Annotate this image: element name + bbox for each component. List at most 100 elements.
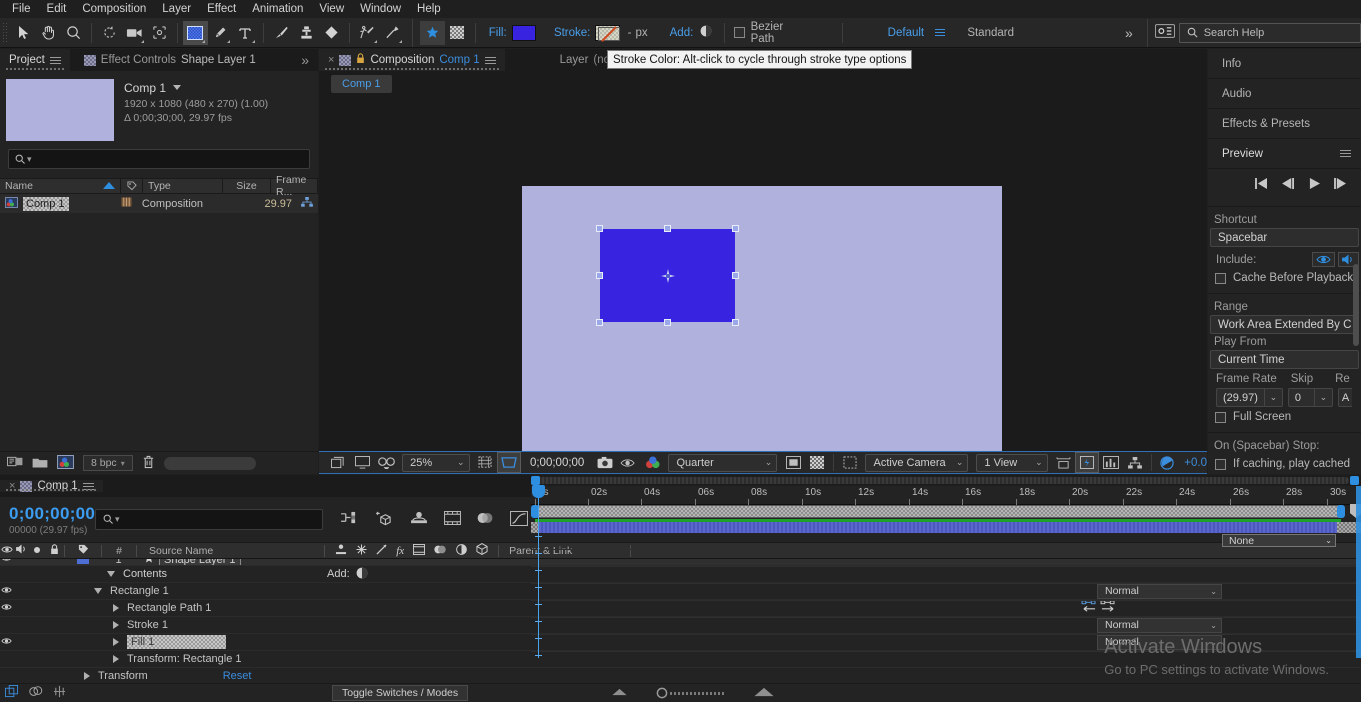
menu-help[interactable]: Help (409, 1, 449, 17)
panel-preview[interactable]: Preview (1208, 139, 1361, 169)
pen-tool[interactable] (208, 21, 233, 45)
last-frame-button[interactable] (1334, 178, 1347, 192)
snapshot-camera-icon[interactable] (593, 452, 617, 473)
play-button[interactable] (1309, 178, 1320, 192)
anchor-point-icon[interactable] (661, 269, 675, 283)
zoom-level-dropdown[interactable]: 25% ⌄ (402, 454, 469, 472)
video-toggle[interactable] (0, 559, 13, 565)
project-scrollbar[interactable] (164, 457, 256, 470)
fast-previews-icon[interactable] (1075, 452, 1099, 473)
camera-view-dropdown[interactable]: Active Camera ⌄ (865, 454, 968, 472)
timeline-zoom-slider[interactable] (656, 687, 725, 699)
project-row-name[interactable]: Comp 1 (23, 197, 69, 211)
column-type[interactable]: Type (143, 178, 223, 194)
shape-layer-rectangle[interactable] (600, 229, 735, 322)
composition-mini-flowchart-icon[interactable] (340, 511, 359, 528)
add-property-button[interactable] (356, 567, 368, 582)
menu-layer[interactable]: Layer (154, 1, 199, 17)
transform-handle-tr[interactable] (732, 225, 739, 232)
quality-switch-icon[interactable] (376, 544, 387, 558)
transform-handle-tl[interactable] (596, 225, 603, 232)
timeline-panel-menu-icon[interactable] (83, 481, 94, 492)
panel-info[interactable]: Info (1208, 49, 1361, 79)
delete-icon[interactable] (142, 455, 155, 472)
transform-handle-br[interactable] (732, 319, 739, 326)
composition-canvas[interactable] (522, 186, 1002, 456)
add-button-icon[interactable] (700, 25, 712, 40)
layer-duration-bar[interactable] (535, 522, 1341, 533)
audio-toggle-header-icon[interactable] (13, 544, 30, 557)
3d-view-icon[interactable] (838, 452, 862, 473)
close-icon[interactable]: × (9, 480, 15, 492)
anchor-point-tool[interactable] (147, 21, 172, 45)
timeline-current-time[interactable]: 0;00;00;00 00000 (29.97 fps) (0, 504, 95, 536)
range-dropdown[interactable]: Work Area Extended By C (1210, 315, 1359, 334)
shortcut-dropdown[interactable]: Spacebar (1210, 228, 1359, 247)
playhead-handle[interactable] (532, 485, 545, 498)
selection-tool[interactable] (11, 21, 36, 45)
clone-stamp-tool[interactable] (294, 21, 319, 45)
timeline-zoom-scrollbar[interactable] (531, 475, 1361, 486)
toggle-switches-modes-button[interactable]: Toggle Switches / Modes (332, 685, 468, 701)
transform-handle-mr[interactable] (732, 272, 739, 279)
video-toggle-header-icon[interactable] (0, 545, 13, 557)
include-video-icon[interactable] (1312, 252, 1335, 267)
time-ruler[interactable]: 0s 02s 04s 06s 08s 10s 12s 14s 16s 18s 2… (531, 486, 1361, 505)
bit-depth-button[interactable]: 8 bpc ▾ (83, 455, 133, 471)
monitor-icon[interactable] (351, 452, 375, 473)
comp-flowchart-icon[interactable] (1123, 452, 1147, 473)
project-panel-menu-icon[interactable] (50, 55, 61, 66)
sort-ascending-icon[interactable] (103, 180, 115, 192)
if-caching-checkbox[interactable] (1215, 459, 1226, 470)
3d-glasses-icon[interactable] (374, 452, 398, 473)
if-caching-row[interactable]: If caching, play cached (1208, 454, 1361, 474)
menu-effect[interactable]: Effect (199, 1, 244, 17)
panel-audio[interactable]: Audio (1208, 79, 1361, 109)
menu-edit[interactable]: Edit (39, 1, 75, 17)
group-visibility-toggle[interactable] (0, 586, 13, 597)
grid-guides-icon[interactable] (474, 452, 498, 473)
show-snapshot-icon[interactable] (617, 452, 641, 473)
tab-timeline-comp1[interactable]: × Comp 1 (0, 480, 103, 492)
composition-viewer-stage[interactable] (319, 99, 1207, 451)
twirl-down-icon[interactable] (94, 588, 102, 594)
region-of-interest-icon[interactable] (497, 452, 521, 473)
new-composition-icon[interactable] (57, 455, 74, 472)
tab-project[interactable]: Project (0, 49, 70, 71)
folder-icon[interactable] (32, 456, 48, 471)
menu-view[interactable]: View (311, 1, 352, 17)
right-panel-scrollbar[interactable] (1353, 264, 1359, 346)
preview-panel-menu-icon[interactable] (1340, 148, 1351, 159)
menu-file[interactable]: File (4, 1, 39, 17)
new-comp-from-layer-icon[interactable] (5, 685, 19, 701)
collapse-transform-icon[interactable] (356, 544, 367, 558)
exposure-value[interactable]: +0.0 (1184, 457, 1207, 469)
timeline-search-input[interactable]: ▾ (95, 509, 323, 530)
motion-blur-icon[interactable] (477, 511, 494, 528)
layer-name-field[interactable]: Shape Layer 1 (159, 559, 241, 566)
draft-3d-icon[interactable] (375, 511, 394, 529)
project-item-title[interactable]: Comp 1 (124, 81, 268, 95)
transform-handle-ml[interactable] (596, 272, 603, 279)
column-frame-rate[interactable]: Frame R... (271, 178, 318, 194)
layer-number-header[interactable]: # (102, 545, 136, 557)
switch-modes-icon[interactable] (29, 685, 43, 701)
roto-brush-tool[interactable] (355, 21, 380, 45)
skip-dropdown[interactable]: 0 ⌄ (1288, 388, 1333, 407)
property-name-fill-1[interactable]: Fill 1 (127, 635, 226, 649)
always-preview-icon[interactable] (327, 452, 351, 473)
transform-handle-bc[interactable] (664, 319, 671, 326)
graph-editor-icon[interactable] (510, 511, 528, 529)
tab-composition-comp1[interactable]: × Composition Comp 1 (319, 49, 505, 71)
zoom-out-timeline-icon[interactable] (611, 687, 628, 699)
comp-subtab-comp1[interactable]: Comp 1 (331, 75, 392, 93)
hand-tool[interactable] (36, 21, 61, 45)
tab-effect-controls[interactable]: Effect Controls Shape Layer 1 (70, 49, 265, 71)
channel-rgb-icon[interactable] (641, 452, 665, 473)
resolution-dropdown[interactable]: Quarter ⌄ (668, 454, 777, 472)
shy-switch-icon[interactable] (335, 544, 347, 558)
fill-color-swatch[interactable] (512, 25, 536, 41)
column-size[interactable]: Size (223, 178, 271, 194)
path-visibility-toggle[interactable] (0, 603, 13, 614)
project-row-comp1[interactable]: Comp 1 Composition 29.97 (0, 194, 318, 213)
